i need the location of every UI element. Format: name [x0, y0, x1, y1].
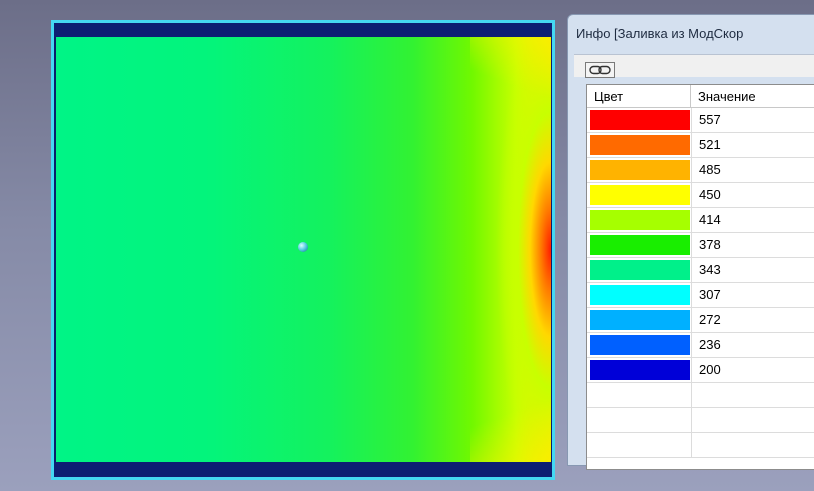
- column-separator: [691, 383, 692, 408]
- legend-row[interactable]: 521: [587, 133, 814, 158]
- info-window-title: Инфо [Заливка из МодСкор: [576, 26, 744, 41]
- legend-row[interactable]: 343: [587, 258, 814, 283]
- legend-color-swatch: [590, 260, 690, 280]
- info-window: Инфо [Заливка из МодСкор Цвет Значение 5…: [567, 14, 814, 470]
- legend-value: 307: [699, 287, 721, 302]
- column-separator: [691, 408, 692, 433]
- legend-row[interactable]: 450: [587, 183, 814, 208]
- legend-color-swatch: [590, 360, 690, 380]
- column-separator: [691, 158, 692, 183]
- plate-edge-band-top: [54, 23, 552, 37]
- column-separator: [691, 358, 692, 383]
- column-separator: [691, 258, 692, 283]
- column-separator: [691, 133, 692, 158]
- column-header-value[interactable]: Значение: [691, 85, 814, 108]
- legend-value: 450: [699, 187, 721, 202]
- legend-row[interactable]: 485: [587, 158, 814, 183]
- legend-color-swatch: [590, 410, 690, 430]
- legend-row[interactable]: 557: [587, 108, 814, 133]
- column-separator: [691, 433, 692, 458]
- link-button[interactable]: [585, 62, 615, 78]
- column-separator: [691, 283, 692, 308]
- column-separator: [691, 233, 692, 258]
- legend-value: 414: [699, 212, 721, 227]
- legend-value: 485: [699, 162, 721, 177]
- column-separator: [691, 208, 692, 233]
- legend-row[interactable]: 414: [587, 208, 814, 233]
- legend-row[interactable]: 236: [587, 333, 814, 358]
- legend-row[interactable]: 307: [587, 283, 814, 308]
- legend-value: 378: [699, 237, 721, 252]
- legend-color-swatch: [590, 285, 690, 305]
- column-separator: [691, 308, 692, 333]
- legend-color-swatch: [590, 435, 690, 455]
- plate-corner-gradient-bottom: [470, 400, 551, 462]
- legend-color-swatch: [590, 110, 690, 130]
- link-icon: [589, 65, 611, 75]
- column-header-color[interactable]: Цвет: [587, 85, 691, 108]
- legend-color-swatch: [590, 160, 690, 180]
- plate-edge-band-bottom: [54, 462, 552, 477]
- probe-point-marker[interactable]: [298, 242, 308, 252]
- legend-value: 200: [699, 362, 721, 377]
- legend-row[interactable]: [587, 408, 814, 433]
- legend-row[interactable]: 272: [587, 308, 814, 333]
- legend-color-swatch: [590, 135, 690, 155]
- legend-color-swatch: [590, 185, 690, 205]
- color-legend-table: Цвет Значение 557 521 485 450 414 378 343 307 27…: [586, 84, 814, 470]
- legend-color-swatch: [590, 210, 690, 230]
- legend-color-swatch: [590, 335, 690, 355]
- legend-row[interactable]: [587, 433, 814, 458]
- plate-corner-gradient-top: [470, 37, 551, 97]
- legend-value: 521: [699, 137, 721, 152]
- legend-row[interactable]: 378: [587, 233, 814, 258]
- column-separator: [691, 333, 692, 358]
- legend-color-swatch: [590, 310, 690, 330]
- legend-rows: 557 521 485 450 414 378 343 307 272 236 200: [587, 108, 814, 458]
- column-separator: [691, 183, 692, 208]
- legend-value: 272: [699, 312, 721, 327]
- legend-value: 343: [699, 262, 721, 277]
- column-separator: [691, 108, 692, 133]
- legend-value: 557: [699, 112, 721, 127]
- legend-row[interactable]: 200: [587, 358, 814, 383]
- legend-color-swatch: [590, 235, 690, 255]
- legend-color-swatch: [590, 385, 690, 405]
- legend-row[interactable]: [587, 383, 814, 408]
- legend-value: 236: [699, 337, 721, 352]
